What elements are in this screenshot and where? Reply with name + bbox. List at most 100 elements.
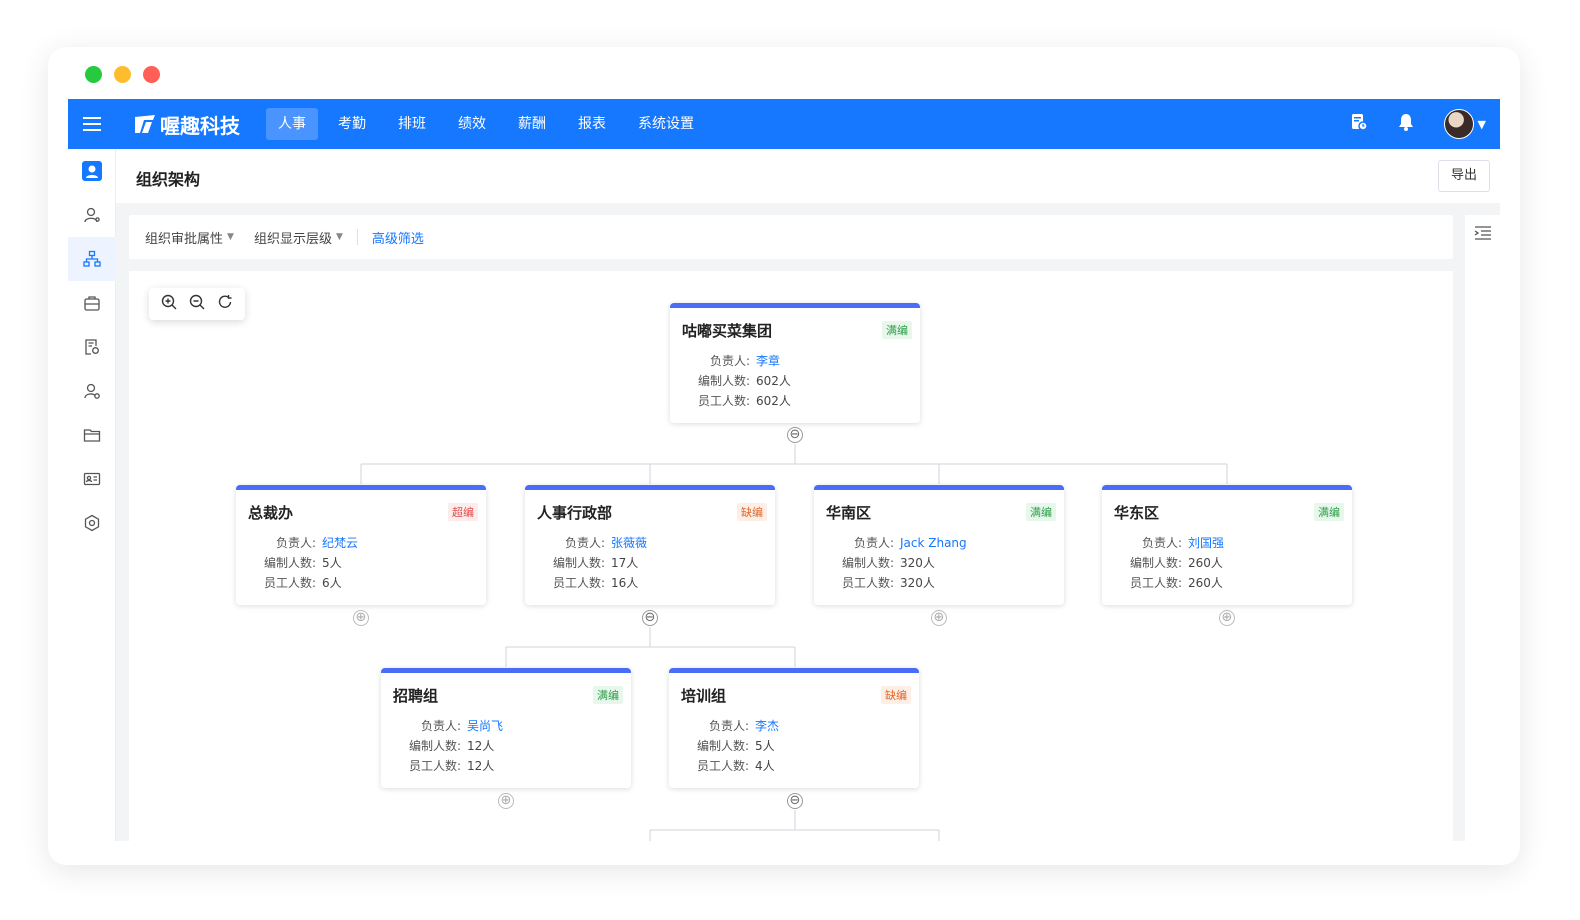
status-badge: 满编 bbox=[1314, 503, 1344, 521]
org-chart-canvas[interactable]: 咕嘟买菜集团 满编 负责人: 李章 编制人数: 602人 员工人数: 602人 ⊖ 总… bbox=[129, 271, 1453, 841]
nav-item-payroll[interactable]: 薪酬 bbox=[506, 108, 558, 140]
person-icon bbox=[84, 207, 100, 223]
divider bbox=[356, 229, 358, 245]
org-node-south-china[interactable]: 华南区 满编 负责人: Jack Zhang 编制人数: 320人 员工人数: 320… bbox=[814, 485, 1064, 605]
approval-attr-dropdown[interactable]: 组织审批属性 ▼ bbox=[145, 228, 234, 247]
filter-bar: 组织审批属性 ▼ 组织显示层级 ▼ 高级筛选 bbox=[129, 215, 1453, 259]
status-badge: 满编 bbox=[1026, 503, 1056, 521]
quota-value: 320人 bbox=[900, 556, 935, 570]
quota-value: 5人 bbox=[755, 739, 775, 753]
org-node-root[interactable]: 咕嘟买菜集团 满编 负责人: 李章 编制人数: 602人 员工人数: 602人 bbox=[670, 303, 920, 423]
menu-icon[interactable] bbox=[68, 99, 116, 149]
manager-label: 负责人: bbox=[853, 536, 894, 550]
collapse-toggle-icon[interactable]: ⊖ bbox=[787, 427, 803, 443]
display-level-dropdown[interactable]: 组织显示层级 ▼ bbox=[254, 228, 343, 247]
staff-value: 320人 bbox=[900, 576, 935, 590]
sidebar-item-positions[interactable] bbox=[68, 281, 116, 325]
sidebar-item-employees[interactable] bbox=[68, 193, 116, 237]
org-node-name: 总裁办 bbox=[248, 504, 294, 522]
org-node-east-china[interactable]: 华东区 满编 负责人: 刘国强 编制人数: 260人 员工人数: 260人 bbox=[1102, 485, 1352, 605]
expand-toggle-icon[interactable]: ⊕ bbox=[353, 610, 369, 626]
main-nav: 人事 考勤 排班 绩效 薪酬 报表 系统设置 bbox=[266, 108, 714, 140]
collapse-toggle-icon[interactable]: ⊖ bbox=[787, 793, 803, 809]
staff-label: 员工人数: bbox=[696, 759, 749, 773]
minimize-button[interactable] bbox=[114, 66, 131, 83]
manager-link[interactable]: 吴尚飞 bbox=[467, 719, 503, 733]
org-chart-icon bbox=[83, 250, 101, 267]
id-card-icon bbox=[83, 472, 101, 486]
manager-link[interactable]: 刘国强 bbox=[1188, 536, 1224, 550]
avatar[interactable] bbox=[1443, 109, 1474, 139]
briefcase-icon bbox=[84, 296, 100, 311]
right-panel-strip bbox=[1465, 215, 1500, 841]
org-node-recruiting[interactable]: 招聘组 满编 负责人: 吴尚飞 编制人数: 12人 员工人数: 12人 bbox=[381, 668, 631, 788]
app-frame: 喔趣科技 人事 考勤 排班 绩效 薪酬 报表 系统设置 ▼ 组织架构 导出 组织… bbox=[68, 99, 1500, 841]
brand-logo[interactable]: 喔趣科技 bbox=[134, 110, 240, 139]
org-node-name: 华东区 bbox=[1114, 504, 1160, 522]
sidebar-item-files[interactable] bbox=[68, 413, 116, 457]
quota-value: 260人 bbox=[1188, 556, 1223, 570]
nav-item-reports[interactable]: 报表 bbox=[566, 108, 618, 140]
quota-value: 5人 bbox=[322, 556, 342, 570]
manager-link[interactable]: 李杰 bbox=[755, 719, 779, 733]
nav-item-settings[interactable]: 系统设置 bbox=[626, 108, 706, 140]
staff-label: 员工人数: bbox=[697, 394, 750, 408]
nav-item-scheduling[interactable]: 排班 bbox=[386, 108, 438, 140]
org-node-presidents-office[interactable]: 总裁办 超编 负责人: 纪梵云 编制人数: 5人 员工人数: 6人 bbox=[236, 485, 486, 605]
manager-link[interactable]: 李章 bbox=[756, 354, 780, 368]
manager-label: 负责人: bbox=[1141, 536, 1182, 550]
staff-value: 4人 bbox=[755, 759, 775, 773]
approval-attr-label: 组织审批属性 bbox=[145, 231, 224, 247]
sidebar-item-contracts[interactable] bbox=[68, 457, 116, 501]
top-right-actions: ▼ bbox=[1350, 99, 1486, 149]
user-card-icon bbox=[82, 161, 102, 181]
collapse-toggle-icon[interactable]: ⊖ bbox=[642, 610, 658, 626]
close-button[interactable] bbox=[143, 66, 160, 83]
collapse-list-icon[interactable] bbox=[1474, 225, 1492, 245]
expand-toggle-icon[interactable]: ⊕ bbox=[498, 793, 514, 809]
manager-link[interactable]: 张薇薇 bbox=[611, 536, 647, 550]
expand-toggle-icon[interactable]: ⊕ bbox=[931, 610, 947, 626]
status-badge: 超编 bbox=[448, 503, 478, 521]
sidebar-item-org-structure[interactable] bbox=[68, 237, 116, 281]
staff-value: 6人 bbox=[322, 576, 342, 590]
staff-value: 16人 bbox=[611, 576, 639, 590]
quota-label: 编制人数: bbox=[552, 556, 605, 570]
status-badge: 缺编 bbox=[737, 503, 767, 521]
org-node-hr-admin[interactable]: 人事行政部 缺编 负责人: 张薇薇 编制人数: 17人 员工人数: 16人 bbox=[525, 485, 775, 605]
sidebar-item-profile[interactable] bbox=[68, 149, 116, 193]
advanced-filter-link[interactable]: 高级筛选 bbox=[372, 228, 424, 247]
export-button[interactable]: 导出 bbox=[1437, 160, 1490, 192]
manager-link[interactable]: 纪梵云 bbox=[322, 536, 358, 550]
sidebar-item-person-settings[interactable] bbox=[68, 369, 116, 413]
sidebar bbox=[68, 149, 116, 841]
caret-down-icon: ▼ bbox=[335, 232, 343, 242]
nav-item-attendance[interactable]: 考勤 bbox=[326, 108, 378, 140]
folder-icon bbox=[83, 429, 101, 442]
bell-icon[interactable] bbox=[1398, 113, 1414, 135]
person-settings-icon bbox=[84, 383, 100, 399]
task-doc-icon[interactable] bbox=[1350, 113, 1368, 135]
sidebar-item-records[interactable] bbox=[68, 325, 116, 369]
manager-link[interactable]: Jack Zhang bbox=[900, 536, 967, 550]
nav-item-hr[interactable]: 人事 bbox=[266, 108, 318, 140]
chevron-down-icon[interactable]: ▼ bbox=[1478, 118, 1486, 131]
page-header: 组织架构 导出 bbox=[116, 149, 1500, 203]
manager-label: 负责人: bbox=[275, 536, 316, 550]
maximize-button[interactable] bbox=[85, 66, 102, 83]
manager-label: 负责人: bbox=[564, 536, 605, 550]
nav-item-performance[interactable]: 绩效 bbox=[446, 108, 498, 140]
org-node-name: 人事行政部 bbox=[537, 504, 613, 522]
quota-value: 12人 bbox=[467, 739, 495, 753]
expand-toggle-icon[interactable]: ⊕ bbox=[1219, 610, 1235, 626]
sidebar-item-config[interactable] bbox=[68, 501, 116, 545]
staff-label: 员工人数: bbox=[552, 576, 605, 590]
display-level-label: 组织显示层级 bbox=[253, 231, 332, 247]
quota-value: 17人 bbox=[611, 556, 639, 570]
manager-label: 负责人: bbox=[709, 354, 750, 368]
org-node-training[interactable]: 培训组 缺编 负责人: 李杰 编制人数: 5人 员工人数: 4人 bbox=[669, 668, 919, 788]
quota-label: 编制人数: bbox=[1129, 556, 1182, 570]
org-node-name: 华南区 bbox=[826, 504, 872, 522]
staff-label: 员工人数: bbox=[263, 576, 316, 590]
staff-label: 员工人数: bbox=[408, 759, 461, 773]
